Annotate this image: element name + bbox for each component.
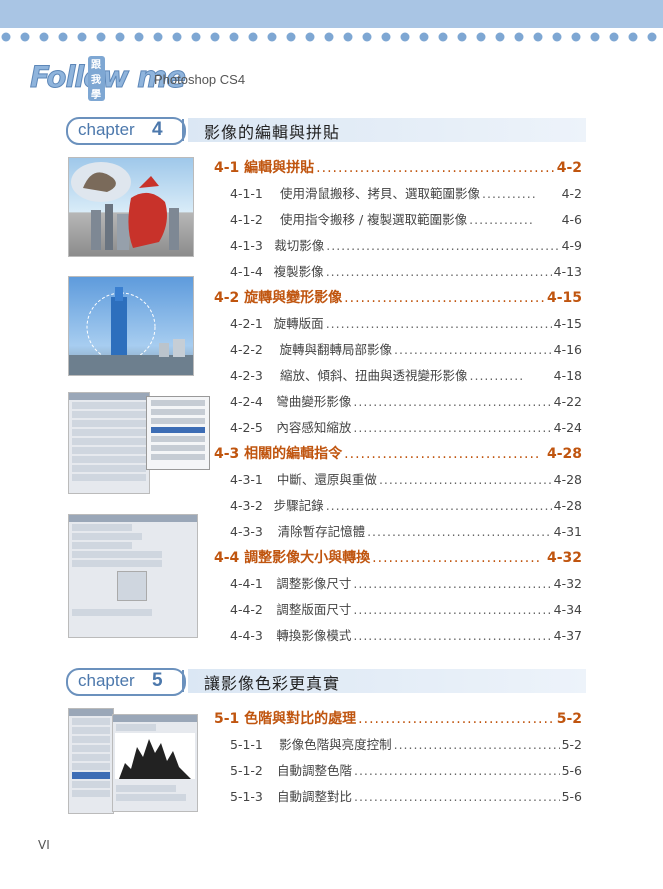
chapter-5-header: chapter 5 讓影像色彩更真實 xyxy=(66,668,586,696)
toc-section-4-4[interactable]: 4-4 調整影像大小與轉換...........................… xyxy=(214,547,582,567)
chapter-number: 4 xyxy=(152,119,163,140)
page-number: VI xyxy=(38,838,50,852)
decor-dot xyxy=(571,32,581,42)
chapter-label: chapter xyxy=(78,671,135,690)
decor-dot xyxy=(20,32,30,42)
decor-dot xyxy=(77,32,87,42)
decor-dot xyxy=(267,32,277,42)
decor-dot xyxy=(419,32,429,42)
decor-dot xyxy=(362,32,372,42)
toc-item-4-2-4[interactable]: 4-2-4 彎曲變形影像.............................… xyxy=(230,391,582,410)
chapter-title: 讓影像色彩更真實 xyxy=(204,674,341,693)
chapter-4-header: chapter 4 影像的編輯與拼貼 xyxy=(66,117,586,145)
decor-dot xyxy=(343,32,353,42)
toc-item-4-2-1[interactable]: 4-2-1 旋轉版面...............................… xyxy=(230,313,582,332)
toc-item-4-2-5[interactable]: 4-2-5 內容感知縮放.............................… xyxy=(230,417,582,436)
toc-item-4-3-1[interactable]: 4-3-1 中斷、還原與重做...........................… xyxy=(230,469,582,488)
decor-dot xyxy=(609,32,619,42)
toc-item-4-2-3[interactable]: 4-2-3 縮放、傾斜、扭曲與透視變形影像........... 4-18 xyxy=(230,365,582,384)
decor-dot xyxy=(1,32,11,42)
decor-dot xyxy=(153,32,163,42)
toc-item-4-3-3[interactable]: 4-3-3 清除暫存記憶體............................… xyxy=(230,521,582,540)
toc-item-4-3-2[interactable]: 4-3-2 步驟記錄...............................… xyxy=(230,495,582,514)
toc-section-5-1[interactable]: 5-1 色階與對比的處理............................… xyxy=(214,708,582,728)
chapter-divider xyxy=(182,670,184,692)
toc-item-4-1-3[interactable]: 4-1-3 裁切影像...............................… xyxy=(230,235,582,254)
decor-dot xyxy=(39,32,49,42)
decor-dot xyxy=(172,32,182,42)
decor-dot xyxy=(229,32,239,42)
logo-badge: 跟我學 xyxy=(88,56,105,101)
decor-dot xyxy=(115,32,125,42)
decor-dot xyxy=(438,32,448,42)
decor-dot xyxy=(96,32,106,42)
chapter-pill: chapter 4 xyxy=(66,117,186,145)
decor-dot xyxy=(58,32,68,42)
decor-dot xyxy=(495,32,505,42)
history-menu-image xyxy=(146,396,210,470)
toc-section-4-2[interactable]: 4-2 旋轉與變形影像.............................… xyxy=(214,287,582,307)
chapter-pill: chapter 5 xyxy=(66,668,186,696)
decor-dot xyxy=(134,32,144,42)
toc-item-4-1-2[interactable]: 4-1-2 使用指令搬移 / 複製選取範圍影像............. 4-6 xyxy=(230,209,582,228)
toc-item-4-4-3[interactable]: 4-4-3 轉換影像模式.............................… xyxy=(230,625,582,644)
adjust-menu-image xyxy=(68,708,114,814)
chapter-title: 影像的編輯與拼貼 xyxy=(204,123,341,142)
decor-dot xyxy=(248,32,258,42)
decor-dot xyxy=(324,32,334,42)
chapter-number: 5 xyxy=(152,670,163,691)
decor-dot xyxy=(400,32,410,42)
toc-item-4-4-1[interactable]: 4-4-1 調整影像尺寸.............................… xyxy=(230,573,582,592)
toc-section-4-3[interactable]: 4-3 相關的編輯指令.............................… xyxy=(214,443,582,463)
chapter-label: chapter xyxy=(78,120,135,139)
toc-item-4-1-4[interactable]: 4-1-4 複製影像...............................… xyxy=(230,261,582,280)
rotate-image xyxy=(68,276,194,376)
toc-item-4-2-2[interactable]: 4-2-2 旋轉與翻轉局部影像..........................… xyxy=(230,339,582,358)
decor-dot xyxy=(590,32,600,42)
decor-dot xyxy=(305,32,315,42)
decor-dot xyxy=(552,32,562,42)
toc-item-5-1-3[interactable]: 5-1-3 自動調整對比.............................… xyxy=(230,786,582,805)
decor-dot xyxy=(628,32,638,42)
chapter-divider xyxy=(182,119,184,141)
product-name: Photoshop CS4 xyxy=(154,72,246,87)
toc-item-4-4-2[interactable]: 4-4-2 調整版面尺寸.............................… xyxy=(230,599,582,618)
decor-dot xyxy=(381,32,391,42)
decor-dot xyxy=(210,32,220,42)
toc-item-4-1-1[interactable]: 4-1-1 使用滑鼠搬移、拷貝、選取範圍影像........... 4-2 xyxy=(230,183,582,202)
decor-dot xyxy=(514,32,524,42)
toc-item-5-1-1[interactable]: 5-1-1 影像色階與亮度控制..........................… xyxy=(230,734,582,753)
history-panel-image xyxy=(68,392,150,494)
image-size-dialog-image xyxy=(68,514,198,638)
levels-dialog-image xyxy=(112,714,198,812)
collage-image xyxy=(68,157,194,257)
toc-section-4-1[interactable]: 4-1 編輯與拼貼...............................… xyxy=(214,157,582,177)
top-band xyxy=(0,0,663,28)
toc-item-5-1-2[interactable]: 5-1-2 自動調整色階.............................… xyxy=(230,760,582,779)
decor-dot xyxy=(647,32,657,42)
decor-dot xyxy=(533,32,543,42)
decor-dot xyxy=(286,32,296,42)
decor-dot xyxy=(457,32,467,42)
decor-dot xyxy=(476,32,486,42)
decor-dot xyxy=(191,32,201,42)
dot-border xyxy=(1,32,657,42)
